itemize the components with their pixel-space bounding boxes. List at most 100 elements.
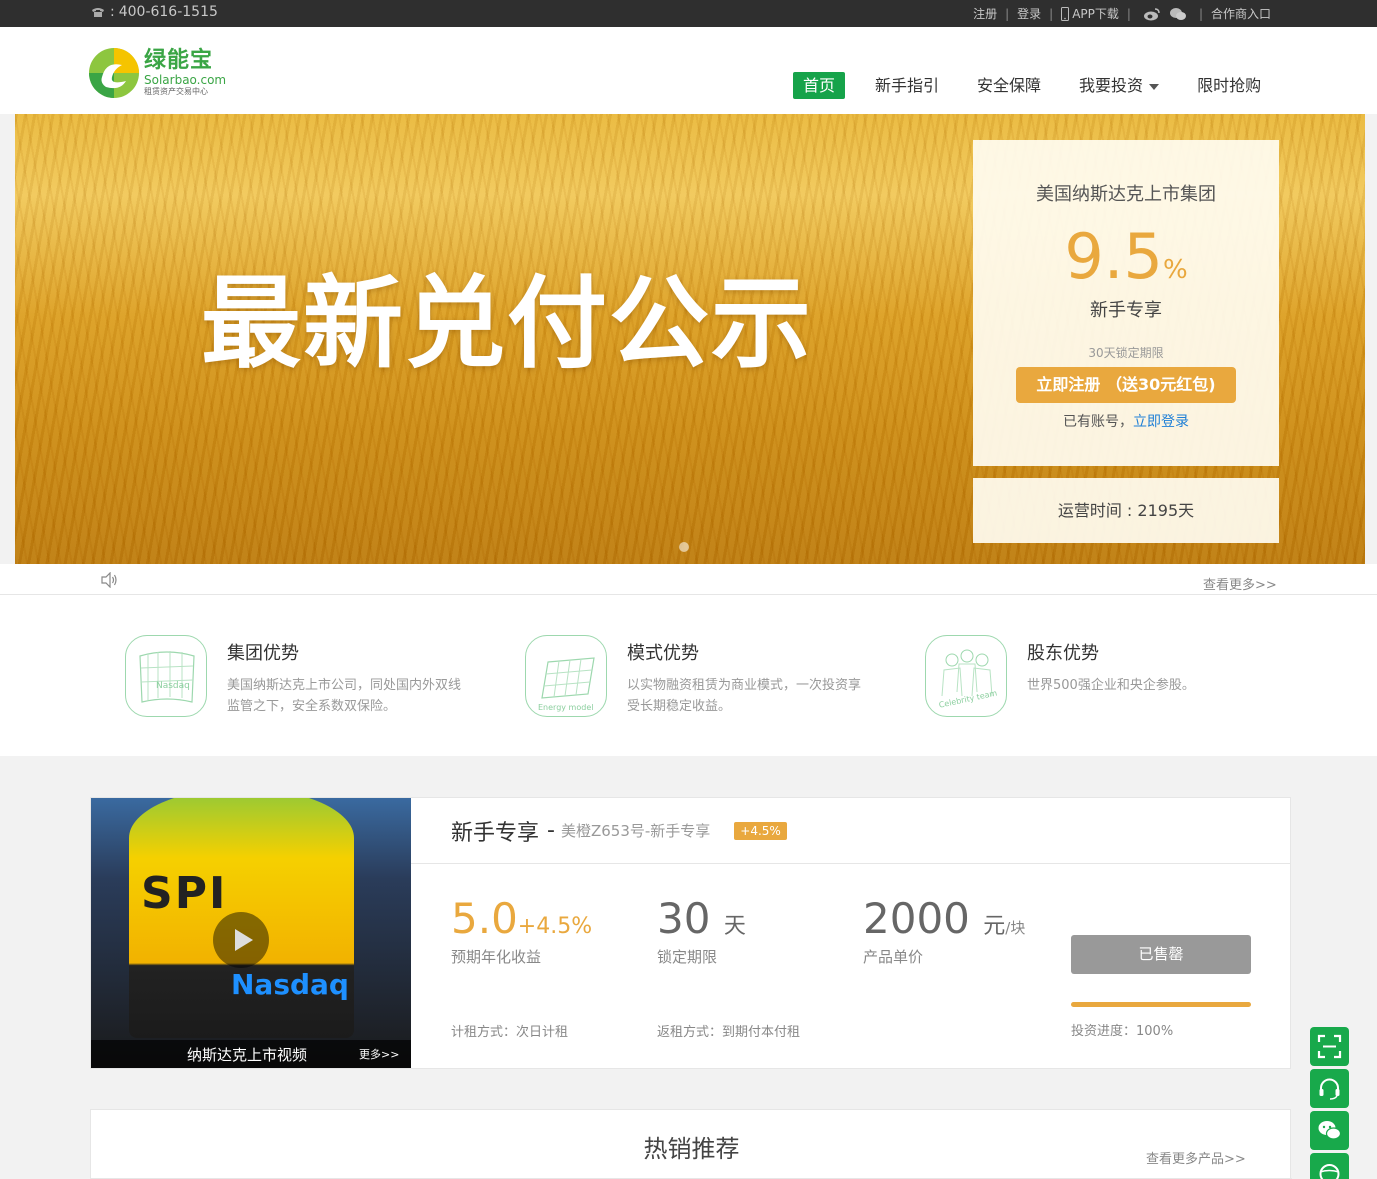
- nav-invest[interactable]: 我要投资: [1079, 72, 1160, 99]
- advantage-group: Nasdaq 集团优势 美国纳斯达克上市公司，同处国内外双线监管之下，安全系数双…: [125, 635, 472, 717]
- scan-icon: [1317, 1034, 1342, 1059]
- partner-entry-link[interactable]: 合作商入口: [1211, 5, 1271, 22]
- product-info: 新手专享 - 美橙Z653号-新手专享 +4.5% 5.0+4.5% 预期年化收…: [411, 798, 1291, 1068]
- advantage-title: 模式优势: [627, 643, 699, 664]
- customer-service-button[interactable]: [1310, 1069, 1349, 1108]
- team-icon-label: Celebrity team: [938, 688, 998, 709]
- logo-subtitle: 租赁资产交易中心: [144, 87, 208, 96]
- advantage-title: 股东优势: [1027, 643, 1099, 664]
- wechat-button[interactable]: [1310, 1111, 1349, 1150]
- qr-scan-button[interactable]: [1310, 1027, 1349, 1066]
- speaker-icon: [101, 572, 117, 588]
- operation-days: 运营时间 : 2195天: [973, 478, 1279, 543]
- header: 绿能宝 Solarbao.com 租赁资产交易中心 首页 新手指引 安全保障 我…: [0, 27, 1377, 114]
- product-subtitle[interactable]: 美橙Z653号-新手专享: [561, 820, 710, 841]
- advantage-desc: 美国纳斯达克上市公司，同处国内外双线监管之下，安全系数双保险。: [227, 678, 462, 714]
- nasdaq-icon: Nasdaq: [125, 635, 207, 717]
- yield-value: 5.0: [451, 894, 518, 943]
- notice-bar: 查看更多>>: [0, 564, 1377, 595]
- progress-label: 投资进度：100%: [1071, 1024, 1174, 1039]
- solar-icon-label: Energy model: [538, 703, 593, 712]
- product-title[interactable]: 新手专享: [451, 815, 539, 847]
- main-nav: 首页 新手指引 安全保障 我要投资 限时抢购: [793, 72, 1299, 99]
- register-now-button[interactable]: 立即注册 （送30元红包): [1016, 367, 1236, 403]
- progress-fill: [1071, 1002, 1251, 1007]
- video-title: 纳斯达克上市视频: [187, 1046, 308, 1064]
- banner-headline: 最新兑付公示: [201, 265, 813, 382]
- video-more-link[interactable]: 更多>>: [359, 1046, 399, 1062]
- nav-flash-sale[interactable]: 限时抢购: [1197, 72, 1261, 99]
- nasdaq-video[interactable]: SPI Nasdaq 纳斯达克上市视频 更多>>: [91, 798, 411, 1068]
- offer-org: 美国纳斯达克上市集团: [1036, 184, 1216, 205]
- newbie-offer-card: 美国纳斯达克上市集团 9.5% 新手专享 30天锁定期限 立即注册 （送30元红…: [973, 140, 1279, 466]
- wechat-icon: [1318, 1121, 1342, 1140]
- video-caption-bar: 纳斯达克上市视频 更多>>: [91, 1040, 411, 1068]
- login-prompt: 已有账号，立即登录: [1063, 414, 1189, 430]
- mobile-icon: [1061, 6, 1070, 21]
- section-title: 热销推荐: [643, 1135, 740, 1163]
- video-spi-text: SPI: [141, 868, 228, 919]
- price-label: 产品单价: [863, 948, 924, 966]
- nasdaq-icon-label: Nasdaq: [156, 681, 190, 691]
- team-icon: Celebrity team: [925, 635, 1007, 717]
- term-unit: 天: [723, 914, 746, 939]
- register-link[interactable]: 注册: [973, 5, 997, 22]
- globe-icon: [1319, 1164, 1340, 1179]
- advantage-model: Energy model 模式优势 以实物融资租赁为商业模式，一次投资享受长期稳…: [525, 635, 872, 717]
- price-value: 2000: [863, 894, 970, 943]
- investment-progress-bar: [1071, 1002, 1251, 1007]
- play-icon[interactable]: [213, 912, 269, 968]
- top-links: 注册 | 登录 | APP下载 | | 合作商入口: [973, 5, 1271, 22]
- hotline: : 400-616-1515: [90, 4, 218, 20]
- weibo-icon[interactable]: [1143, 7, 1161, 21]
- nav-security[interactable]: 安全保障: [977, 72, 1041, 99]
- video-nasdaq-text: Nasdaq: [231, 968, 349, 1001]
- phone-icon: [92, 8, 104, 17]
- hero-banner[interactable]: 最新兑付公示 美国纳斯达克上市集团 9.5% 新手专享 30天锁定期限 立即注册…: [15, 114, 1365, 564]
- floating-toolbar: [1310, 1027, 1350, 1179]
- hotline-number: 400-616-1515: [118, 4, 218, 20]
- rent-method: 计租方式：次日计租: [451, 1025, 569, 1040]
- offer-tag: 新手专享: [1090, 300, 1162, 321]
- logo-mark-icon: [89, 48, 139, 98]
- price-stat: 2000 元/块 产品单价: [863, 898, 1025, 967]
- logo-domain: Solarbao.com: [144, 73, 227, 87]
- yield-extra: +4.5%: [517, 914, 593, 939]
- price-unit: 元: [983, 914, 1006, 939]
- wechat-icon[interactable]: [1169, 7, 1187, 21]
- advantage-shareholders: Celebrity team 股东优势 世界500强企业和央企参股。: [925, 635, 1272, 717]
- logo-text: 绿能宝: [144, 48, 214, 73]
- login-link[interactable]: 登录: [1017, 5, 1041, 22]
- logo[interactable]: 绿能宝 Solarbao.com 租赁资产交易中心: [88, 47, 226, 99]
- top-bar: : 400-616-1515 注册 | 登录 | APP下载 | | 合作商入口: [0, 0, 1377, 27]
- sold-out-button[interactable]: 已售罄: [1071, 935, 1251, 974]
- more-products-link[interactable]: 查看更多产品>>: [1146, 1148, 1246, 1167]
- return-method: 返租方式：到期付本付租: [657, 1025, 801, 1040]
- advantage-title: 集团优势: [227, 643, 299, 664]
- globe-button[interactable]: [1310, 1153, 1349, 1179]
- nav-beginner-guide[interactable]: 新手指引: [875, 72, 939, 99]
- term-stat: 30 天 锁定期限: [657, 898, 746, 967]
- yield-stat: 5.0+4.5% 预期年化收益: [451, 898, 592, 967]
- advantages-section: Nasdaq 集团优势 美国纳斯达克上市公司，同处国内外双线监管之下，安全系数双…: [0, 595, 1377, 756]
- notice-more-link[interactable]: 查看更多>>: [1203, 574, 1277, 593]
- offer-rate: 9.5%: [1064, 220, 1188, 293]
- bonus-badge: +4.5%: [734, 821, 787, 840]
- offer-term: 30天锁定期限: [1088, 346, 1164, 360]
- carousel-indicator[interactable]: [679, 542, 689, 552]
- advantage-desc: 以实物融资租赁为商业模式，一次投资享受长期稳定收益。: [627, 678, 862, 714]
- product-title-dash: -: [547, 818, 555, 843]
- product-header: 新手专享 - 美橙Z653号-新手专享 +4.5%: [411, 798, 1291, 864]
- chevron-down-icon: [1149, 83, 1160, 90]
- newbie-product-panel: SPI Nasdaq 纳斯达克上市视频 更多>> 新手专享 - 美橙Z653号-…: [90, 797, 1291, 1069]
- login-now-link[interactable]: 立即登录: [1133, 414, 1189, 430]
- yield-label: 预期年化收益: [451, 948, 542, 966]
- solar-panel-icon: Energy model: [525, 635, 607, 717]
- term-value: 30: [657, 894, 711, 943]
- nav-home[interactable]: 首页: [793, 72, 846, 99]
- price-unit-per: /块: [1005, 919, 1026, 937]
- advantage-desc: 世界500强企业和央企参股。: [1027, 678, 1195, 693]
- term-label: 锁定期限: [657, 948, 718, 966]
- app-download-link[interactable]: APP下载: [1072, 5, 1119, 22]
- hot-recommend-section: 热销推荐 查看更多产品>>: [90, 1109, 1292, 1179]
